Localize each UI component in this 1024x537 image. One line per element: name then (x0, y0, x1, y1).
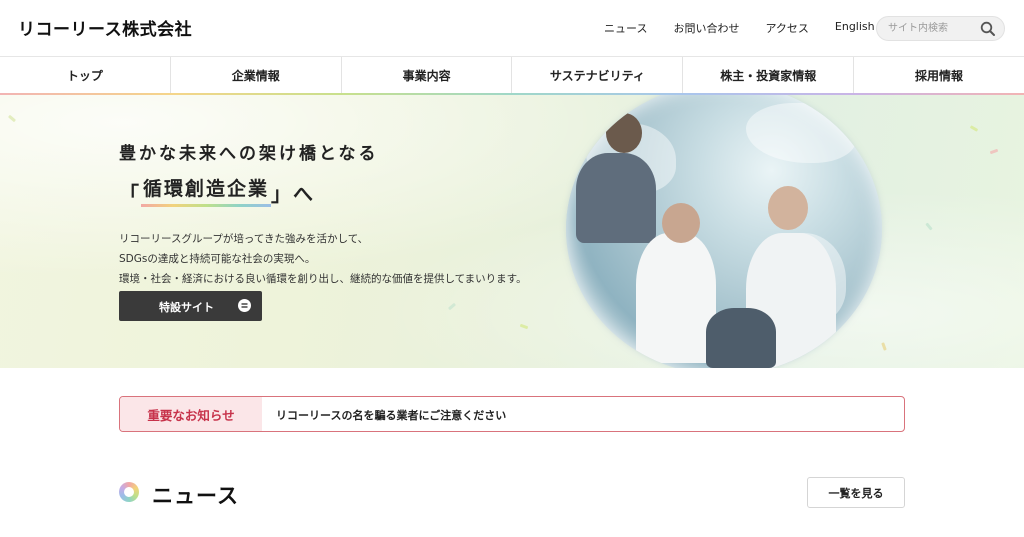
notice-label: 重要なお知らせ (120, 397, 262, 431)
important-notice: 重要なお知らせ リコーリースの名を騙る業者にご注意ください (119, 396, 905, 432)
hero-bracket-close: 」へ (271, 182, 316, 206)
gnav-item-ir[interactable]: 株主・投資家情報 (683, 57, 855, 94)
site-header: リコーリース株式会社 ニュース お問い合わせ アクセス English (0, 0, 1024, 57)
person-figure (636, 233, 716, 363)
person-figure (576, 153, 656, 243)
confetti-decoration (447, 302, 457, 311)
utility-nav: ニュース お問い合わせ アクセス English (604, 20, 875, 36)
hero-desc-line: SDGsの達成と持続可能な社会の実現へ。 (119, 253, 316, 265)
company-logo[interactable]: リコーリース株式会社 (18, 15, 192, 40)
confetti-decoration (989, 148, 999, 155)
gnav-item-top[interactable]: トップ (0, 57, 171, 94)
search-icon[interactable] (980, 21, 996, 37)
confetti-decoration (7, 114, 17, 123)
hero-desc-line: リコーリースグループが培ってきた強みを活かして、 (119, 233, 369, 245)
search-box (876, 16, 1005, 41)
gnav-item-business[interactable]: 事業内容 (342, 57, 513, 94)
person-figure (768, 186, 808, 230)
news-heading: ニュース (152, 484, 239, 508)
hero-keyword: 循環創造企業 (141, 174, 272, 207)
gnav-item-recruit[interactable]: 採用情報 (854, 57, 1024, 94)
ring-icon (119, 482, 139, 502)
special-site-button[interactable]: 特設サイト (119, 291, 262, 321)
hero-desc-line: 環境・社会・経済における良い循環を創り出し、継続的な価値を提供してまいります。 (119, 273, 527, 285)
gnav-item-sustainability[interactable]: サステナビリティ (512, 57, 684, 94)
confetti-decoration (881, 342, 887, 351)
person-figure (606, 113, 642, 153)
confetti-decoration (519, 323, 529, 330)
hero-description: リコーリースグループが培ってきた強みを活かして、 SDGsの達成と持続可能な社会… (119, 229, 527, 289)
globe-land-shape (746, 103, 856, 163)
search-input[interactable] (877, 17, 977, 40)
hero-heading-line2: 「 循環創造企業 」へ (119, 174, 527, 207)
notice-link[interactable]: リコーリースの名を騙る業者にご注意ください (276, 407, 506, 423)
globe-illustration (566, 95, 882, 368)
hero-banner: 豊かな未来への架け橋となる 「 循環創造企業 」へ リコーリースグループが培って… (0, 95, 1024, 368)
gnav-item-company[interactable]: 企業情報 (171, 57, 342, 94)
util-link-news[interactable]: ニュース (604, 20, 647, 36)
hero-copy: 豊かな未来への架け橋となる 「 循環創造企業 」へ リコーリースグループが培って… (119, 139, 527, 289)
person-figure (662, 203, 700, 243)
hero-heading-line1: 豊かな未来への架け橋となる (119, 144, 379, 164)
view-all-news-button[interactable]: 一覧を見る (807, 477, 905, 508)
special-site-button-label: 特設サイト (159, 301, 214, 314)
arrow-right-icon (238, 299, 251, 312)
hero-bracket-open: 「 (119, 182, 141, 206)
confetti-decoration (969, 125, 979, 132)
global-nav: トップ 企業情報 事業内容 サステナビリティ 株主・投資家情報 採用情報 (0, 57, 1024, 94)
confetti-decoration (925, 222, 933, 231)
util-link-english[interactable]: English (835, 20, 875, 36)
util-link-access[interactable]: アクセス (765, 20, 808, 36)
person-figure (706, 308, 776, 368)
util-link-contact[interactable]: お問い合わせ (673, 20, 739, 36)
